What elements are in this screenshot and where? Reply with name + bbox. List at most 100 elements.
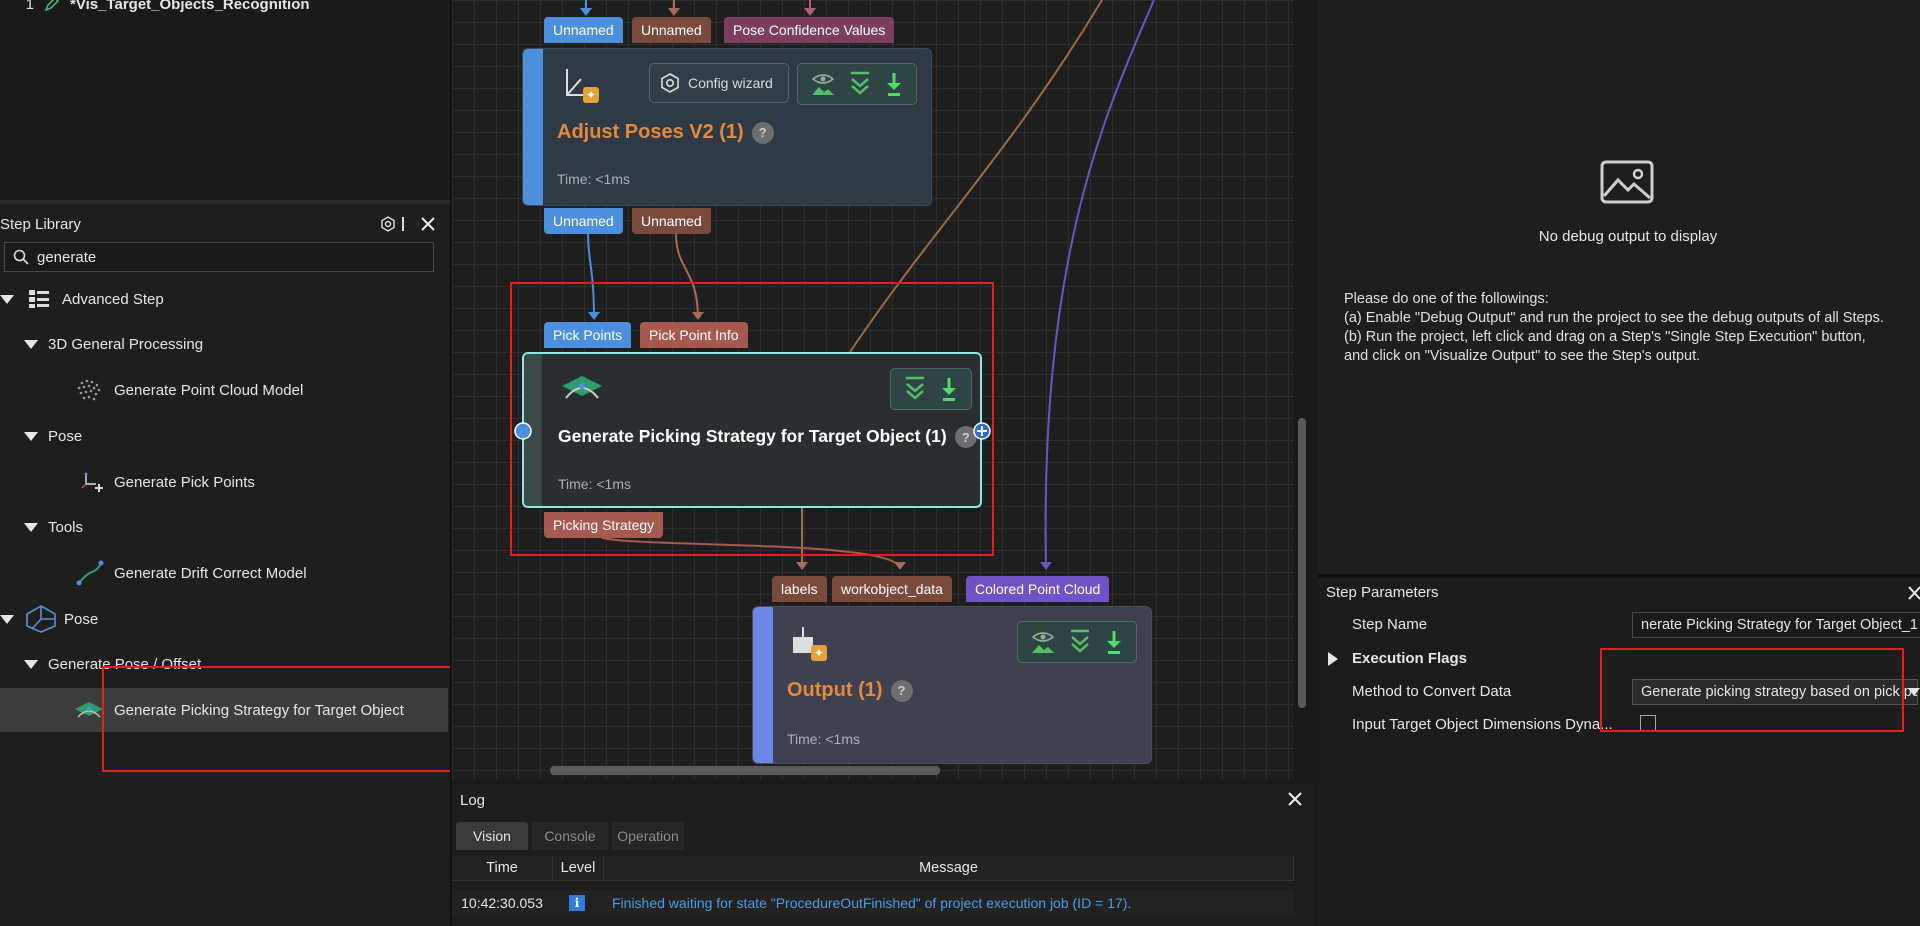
svg-text:✦: ✦: [814, 646, 824, 660]
project-name: *Vis_Target_Objects_Recognition: [70, 0, 310, 13]
input-port-labels[interactable]: labels: [772, 576, 827, 602]
highlight-box-params: [1600, 648, 1904, 732]
close-icon[interactable]: [418, 214, 438, 234]
tree-item-3d-general-processing[interactable]: 3D General Processing: [0, 322, 448, 366]
connector-arrow: [804, 8, 816, 16]
help-icon[interactable]: ?: [751, 121, 774, 144]
tree-item-label: Pose: [64, 610, 99, 628]
settings-icon[interactable]: [378, 214, 398, 234]
debug-output-icon[interactable]: [848, 71, 872, 97]
param-label: Method to Convert Data: [1352, 683, 1512, 700]
image-placeholder-icon: [1600, 160, 1654, 204]
canvas-horizontal-scrollbar[interactable]: [550, 766, 940, 775]
tree-item-generate-point-cloud-model[interactable]: Generate Point Cloud Model: [0, 368, 448, 412]
close-icon[interactable]: [1908, 586, 1920, 600]
divider-icon: [398, 214, 408, 234]
tab-console[interactable]: Console: [532, 822, 608, 850]
tab-vision[interactable]: Vision: [456, 822, 528, 850]
log-row[interactable]: 10:42:30.053 i Finished waiting for stat…: [452, 890, 1294, 916]
expand-caret-icon[interactable]: [0, 294, 14, 304]
param-row-step-name: Step Name nerate Picking Strategy for Ta…: [1318, 610, 1920, 642]
instruction-line: Please do one of the followings:: [1344, 291, 1549, 307]
instruction-line: and click on "Visualize Output" to see t…: [1344, 348, 1701, 364]
tree-item-advanced-step[interactable]: Advanced Step: [0, 277, 448, 321]
debug-output-icon[interactable]: [1068, 629, 1092, 655]
step-search[interactable]: [4, 242, 434, 272]
visualize-output-icon[interactable]: [1030, 629, 1056, 655]
tree-item-pose-category[interactable]: Pose: [0, 414, 448, 458]
info-icon: i: [569, 895, 585, 911]
expand-caret-icon[interactable]: [24, 431, 38, 441]
project-row-number: 1: [25, 0, 34, 13]
expand-caret-icon[interactable]: [24, 339, 38, 349]
log-level: i: [552, 895, 602, 911]
chevron-down-icon[interactable]: [1908, 688, 1920, 696]
output-port-unnamed[interactable]: Unnamed: [632, 208, 711, 234]
output-port-unnamed[interactable]: Unnamed: [544, 208, 623, 234]
tree-item-pose[interactable]: Pose: [0, 597, 448, 641]
param-label: Input Target Object Dimensions Dyna...: [1352, 716, 1613, 733]
log-title: Log: [460, 792, 486, 809]
tree-item-label: Generate Drift Correct Model: [114, 564, 307, 582]
help-icon[interactable]: ?: [890, 679, 913, 702]
picking-strategy-icon: [75, 702, 103, 718]
tree-item-tools[interactable]: Tools: [0, 505, 448, 549]
input-port-unnamed[interactable]: Unnamed: [632, 17, 711, 43]
connector-arrow: [796, 562, 808, 570]
input-port-workobject-data[interactable]: workobject_data: [832, 576, 952, 602]
expand-arrow-icon[interactable]: [1328, 652, 1338, 666]
tree-item-label: Tools: [48, 518, 84, 536]
tab-operation[interactable]: Operation: [612, 822, 684, 850]
project-row[interactable]: 1 *Vis_Target_Objects_Recognition: [0, 0, 310, 14]
tree-item-label: 3D General Processing: [48, 335, 204, 353]
step-parameters-title: Step Parameters: [1326, 584, 1439, 601]
flow-canvas[interactable]: Unnamed Unnamed Pose Confidence Values ✦…: [452, 0, 1294, 780]
single-step-execution-icon[interactable]: [1104, 629, 1124, 655]
input-port-unnamed[interactable]: Unnamed: [544, 17, 623, 43]
node-action-buttons: [1017, 621, 1137, 663]
node-stripe: [523, 49, 543, 205]
node-adjust-poses[interactable]: ✦ Config wizard Adjust Poses V2 (1)? Tim…: [522, 48, 932, 206]
config-wizard-button[interactable]: Config wizard: [649, 63, 789, 103]
tree-item-label: Pose: [48, 427, 83, 445]
log-time: 10:42:30.053: [461, 895, 543, 911]
debug-output-area: [1318, 0, 1920, 572]
config-wizard-label: Config wizard: [688, 75, 773, 91]
expand-caret-icon[interactable]: [0, 614, 14, 624]
instruction-line: (a) Enable "Debug Output" and run the pr…: [1344, 310, 1884, 326]
project-list: 1 *Vis_Target_Objects_Recognition: [0, 0, 448, 200]
column-header-time[interactable]: Time: [452, 856, 553, 880]
tree-item-generate-pick-points[interactable]: Generate Pick Points: [0, 460, 448, 504]
input-port-colored-point-cloud[interactable]: Colored Point Cloud: [966, 576, 1110, 602]
node-title-text: Output (1): [787, 679, 883, 701]
point-cloud-icon: [77, 379, 101, 401]
pick-points-icon: [81, 472, 103, 492]
column-header-message[interactable]: Message: [604, 856, 1294, 880]
svg-text:✦: ✦: [586, 88, 596, 102]
expand-caret-icon[interactable]: [24, 659, 38, 669]
advanced-step-icon: [29, 290, 49, 308]
node-title-text: Adjust Poses V2 (1): [557, 121, 744, 143]
tree-item-label: Generate Point Cloud Model: [114, 381, 304, 399]
connector-arrow: [894, 562, 906, 570]
search-icon: [13, 249, 29, 265]
close-icon[interactable]: [1288, 790, 1302, 811]
column-header-level[interactable]: Level: [553, 856, 604, 880]
tree-item-generate-drift-correct-model[interactable]: Generate Drift Correct Model: [0, 551, 448, 595]
node-output[interactable]: ✦ Output (1)? Time: <1ms: [752, 606, 1152, 764]
project-edit-icon: [44, 0, 60, 12]
debug-instructions: Please do one of the followings: (a) Ena…: [1344, 290, 1919, 366]
connector-arrow: [1040, 562, 1052, 570]
node-action-buttons: [797, 63, 917, 105]
visualize-output-icon[interactable]: [810, 71, 836, 97]
search-input[interactable]: [35, 247, 419, 267]
no-debug-message: No debug output to display: [1538, 228, 1718, 245]
canvas-vertical-scrollbar[interactable]: [1298, 418, 1306, 708]
expand-caret-icon[interactable]: [24, 522, 38, 532]
input-port-pose-confidence[interactable]: Pose Confidence Values: [724, 17, 895, 43]
node-time: Time: <1ms: [557, 171, 630, 187]
step-library-header: Step Library: [0, 210, 448, 238]
adjust-poses-icon: ✦: [566, 69, 599, 103]
step-name-field[interactable]: nerate Picking Strategy for Target Objec…: [1632, 612, 1920, 638]
single-step-execution-icon[interactable]: [884, 71, 904, 97]
